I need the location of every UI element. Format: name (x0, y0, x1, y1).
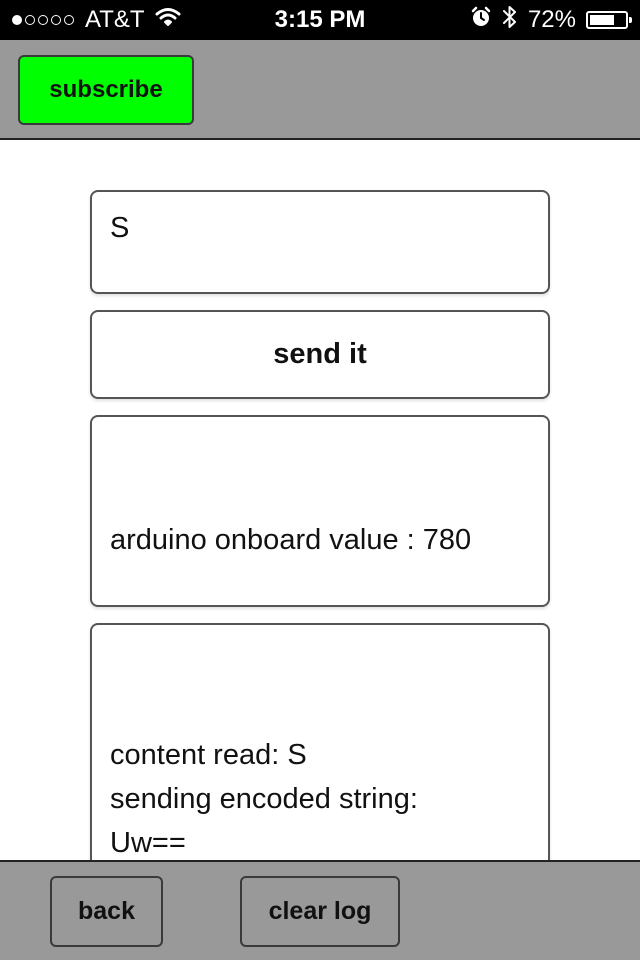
battery-icon (586, 11, 632, 29)
alarm-icon (470, 6, 492, 35)
bottom-toolbar: back clear log (0, 860, 640, 960)
status-right: 72% (460, 0, 632, 40)
log-line: content read: S (110, 739, 307, 771)
subscribe-button[interactable]: subscribe (18, 55, 194, 125)
message-input[interactable]: S (90, 190, 550, 294)
onboard-value-display: arduino onboard value : 780 (90, 415, 550, 607)
log-line: Uw== (110, 827, 186, 859)
battery-percent: 72% (527, 6, 576, 33)
battery-nub (629, 17, 632, 23)
clear-log-button[interactable]: clear log (240, 876, 400, 947)
status-bar: AT&T 3:15 PM 72% (0, 0, 640, 40)
top-toolbar: subscribe (0, 40, 640, 140)
send-it-button[interactable]: send it (90, 310, 550, 399)
battery-level-fill (590, 15, 615, 25)
bluetooth-icon (502, 4, 518, 37)
log-line: sending encoded string: (110, 783, 418, 815)
back-button[interactable]: back (50, 876, 163, 947)
app-screen: AT&T 3:15 PM 72% subscribe S send it ard… (0, 0, 640, 960)
onboard-value-text: arduino onboard value : 780 (110, 524, 472, 556)
